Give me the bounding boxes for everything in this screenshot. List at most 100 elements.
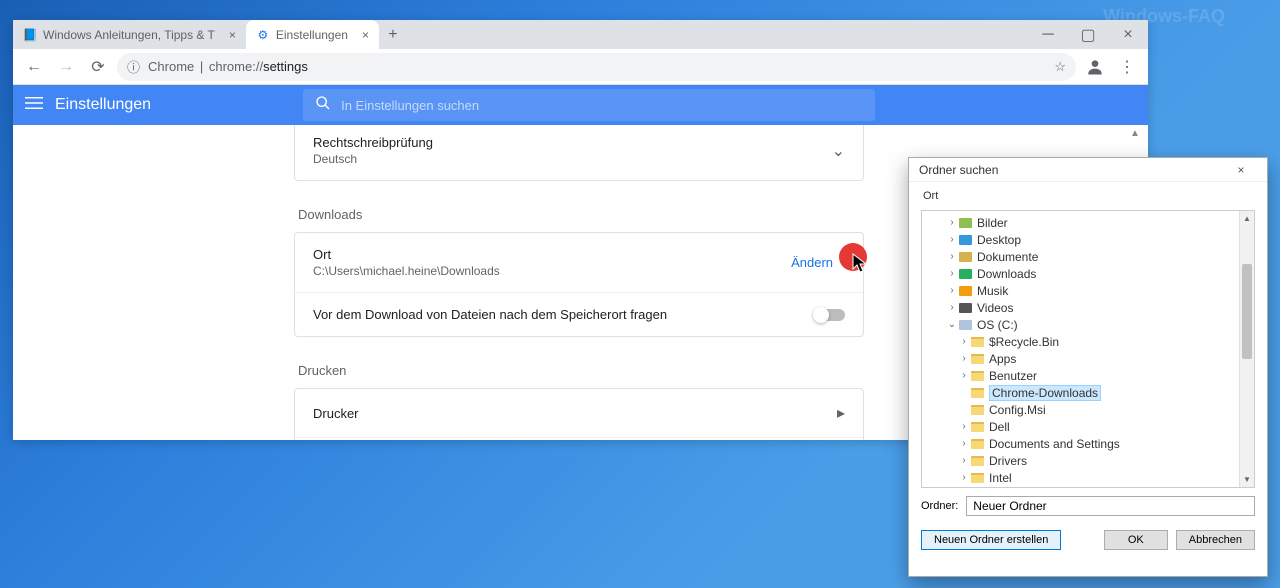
tree-item-label: Apps (989, 352, 1016, 366)
folder-icon (958, 319, 973, 331)
tree-item[interactable]: ›PerfLogs (922, 486, 1254, 488)
tree-caret-icon[interactable]: ⌄ (946, 319, 958, 330)
tab-favicon-0: 📘 (23, 28, 37, 42)
dialog-close-button[interactable]: × (1225, 163, 1257, 177)
hamburger-icon[interactable] (25, 94, 43, 117)
back-button[interactable]: ← (21, 54, 47, 80)
tree-item-label: Intel (989, 471, 1012, 485)
spellcheck-row[interactable]: Rechtschreibprüfung Deutsch ⌄ (295, 125, 863, 180)
settings-title: Einstellungen (55, 96, 151, 114)
tree-caret-icon[interactable]: › (946, 234, 958, 245)
change-button[interactable]: Ändern (779, 249, 845, 276)
tree-item[interactable]: › Downloads (922, 265, 1254, 282)
spellcheck-label: Rechtschreibprüfung (313, 135, 832, 150)
tree-caret-icon[interactable]: › (958, 370, 970, 381)
tree-item[interactable]: › Apps (922, 350, 1254, 367)
tree-item-label: Documents and Settings (989, 437, 1120, 451)
tree-caret-icon[interactable]: › (946, 285, 958, 296)
forward-button[interactable]: → (53, 54, 79, 80)
tab-1[interactable]: ⚙ Einstellungen × (246, 20, 379, 49)
reload-button[interactable]: ⟳ (85, 54, 111, 80)
tree-item-label: Chrome-Downloads (989, 385, 1101, 401)
tree-item-label: Config.Msi (989, 403, 1046, 417)
tab-0[interactable]: 📘 Windows Anleitungen, Tipps & T × (13, 20, 246, 49)
site-info-icon[interactable]: ⓘ (127, 57, 140, 76)
tab-label-0: Windows Anleitungen, Tipps & T (43, 28, 215, 42)
settings-search[interactable] (303, 89, 875, 121)
new-folder-button[interactable]: Neuen Ordner erstellen (921, 530, 1061, 550)
tree-caret-icon[interactable]: › (958, 421, 970, 432)
dialog-buttons: Neuen Ordner erstellen OK Abbrechen (909, 524, 1267, 560)
tree-caret-icon[interactable]: › (958, 336, 970, 347)
folder-icon (970, 438, 985, 450)
dialog-subtitle: Ort (909, 182, 1267, 210)
printer-label: Drucker (313, 406, 837, 421)
tab-close-0[interactable]: × (229, 28, 236, 42)
download-location-value: C:\Users\michael.heine\Downloads (313, 264, 779, 278)
tree-item[interactable]: ›Dell (922, 418, 1254, 435)
tree-item[interactable]: ›$Recycle.Bin (922, 333, 1254, 350)
close-button[interactable]: × (1108, 20, 1148, 49)
profile-button[interactable] (1082, 54, 1108, 80)
print-section-title: Drucken (298, 363, 864, 378)
tree-item-label: Downloads (977, 267, 1036, 281)
tree-item[interactable]: › Documents and Settings (922, 435, 1254, 452)
newtab-button[interactable]: + (379, 21, 407, 49)
tree-item[interactable]: Config.Msi (922, 401, 1254, 418)
printer-row[interactable]: Drucker ▸ (295, 389, 863, 438)
tree-item[interactable]: › Videos (922, 299, 1254, 316)
tree-caret-icon[interactable]: › (946, 302, 958, 313)
ok-button[interactable]: OK (1104, 530, 1168, 550)
tree-item-label: OS (C:) (977, 318, 1018, 332)
tree-item-label: Dokumente (977, 250, 1038, 264)
tree-caret-icon[interactable]: › (946, 251, 958, 262)
gcp-row[interactable]: Google Cloud Print ▸ (295, 438, 863, 440)
tree-item-label: Drivers (989, 454, 1027, 468)
folder-icon (970, 472, 985, 484)
folder-input[interactable] (966, 496, 1255, 516)
folder-icon (970, 404, 985, 416)
tree-item[interactable]: › Benutzer (922, 367, 1254, 384)
tree-item[interactable]: ›Musik (922, 282, 1254, 299)
menu-button[interactable]: ⋮ (1114, 54, 1140, 80)
tree-item[interactable]: ›Desktop (922, 231, 1254, 248)
chevron-right-icon: ▸ (837, 403, 845, 423)
tree-item[interactable]: ›Bilder (922, 214, 1254, 231)
dialog-folder-row: Ordner: (909, 488, 1267, 524)
tree-item-label: Benutzer (989, 369, 1037, 383)
folder-icon (958, 234, 973, 246)
download-location-label: Ort (313, 247, 779, 262)
scroll-down-icon[interactable]: ▼ (1240, 472, 1254, 487)
download-location-row: Ort C:\Users\michael.heine\Downloads Änd… (295, 233, 863, 293)
folder-icon (958, 302, 973, 314)
maximize-button[interactable]: ▢ (1068, 20, 1108, 49)
bookmark-star-icon[interactable]: ☆ (1054, 59, 1066, 75)
folder-icon (970, 353, 985, 365)
scrollbar-up-icon[interactable]: ▲ (1128, 128, 1142, 142)
tab-close-1[interactable]: × (362, 28, 369, 42)
titlebar: 📘 Windows Anleitungen, Tipps & T × ⚙ Ein… (13, 20, 1148, 49)
tree-item[interactable]: Chrome-Downloads (922, 384, 1254, 401)
tree-item-label: Videos (977, 301, 1013, 315)
tree-caret-icon[interactable]: › (958, 353, 970, 364)
scroll-up-icon[interactable]: ▲ (1240, 211, 1254, 226)
tree-item[interactable]: › Drivers (922, 452, 1254, 469)
scroll-thumb[interactable] (1242, 264, 1252, 359)
tree-item[interactable]: ⌄ OS (C:) (922, 316, 1254, 333)
highlight-marker (839, 243, 867, 271)
tree-caret-icon[interactable]: › (958, 472, 970, 483)
minimize-button[interactable]: ─ (1028, 20, 1068, 49)
tree-caret-icon[interactable]: › (946, 268, 958, 279)
omnibox[interactable]: ⓘ Chrome | chrome://settings ☆ (117, 53, 1076, 81)
cancel-button[interactable]: Abbrechen (1176, 530, 1255, 550)
tree-caret-icon[interactable]: › (958, 438, 970, 449)
folder-icon (970, 370, 985, 382)
tree-caret-icon[interactable]: › (958, 455, 970, 466)
dialog-tree[interactable]: ›Bilder›Desktop›Dokumente›Downloads›Musi… (921, 210, 1255, 488)
settings-search-input[interactable] (341, 98, 863, 113)
tree-item[interactable]: › Intel (922, 469, 1254, 486)
tree-item[interactable]: › Dokumente (922, 248, 1254, 265)
tree-caret-icon[interactable]: › (946, 217, 958, 228)
tree-scrollbar[interactable]: ▲ ▼ (1239, 211, 1254, 487)
download-ask-toggle[interactable] (815, 309, 845, 321)
